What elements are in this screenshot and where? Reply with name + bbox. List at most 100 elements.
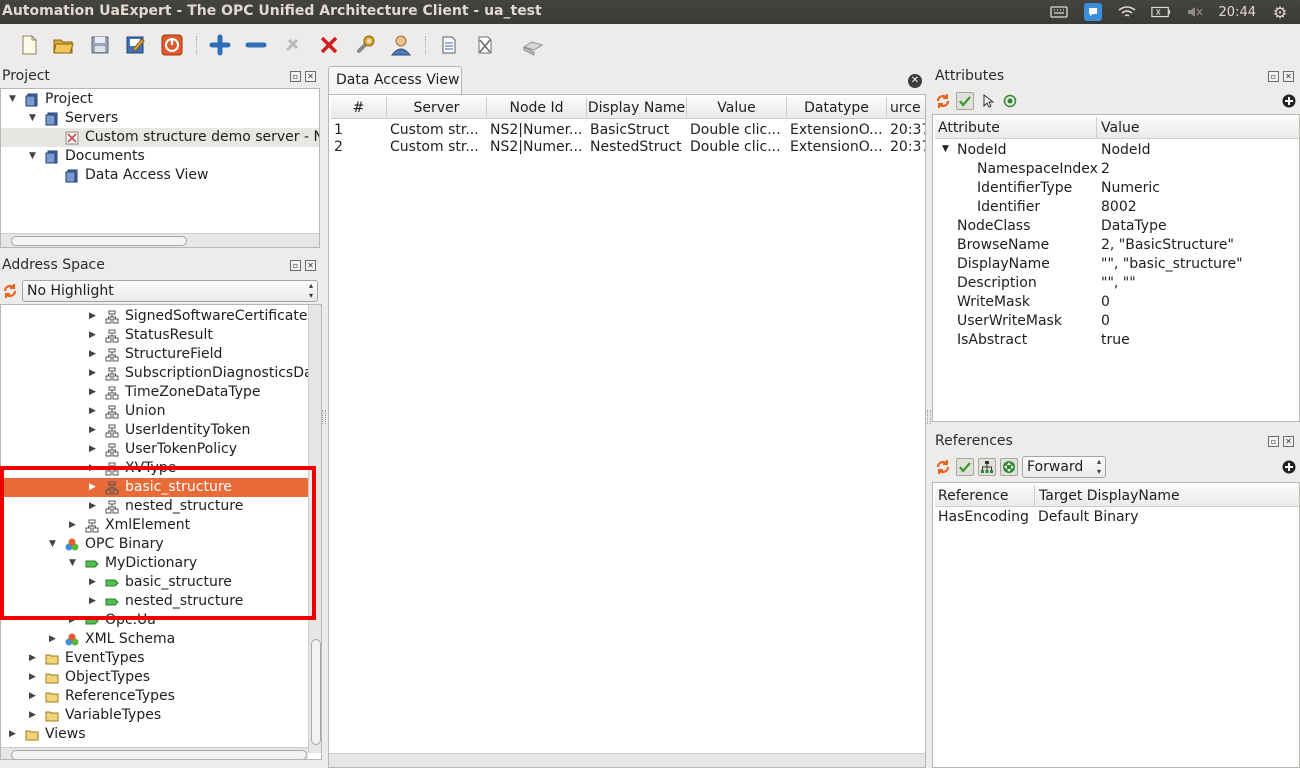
expand-arrow-icon[interactable]: ▶	[29, 687, 36, 706]
cell-value[interactable]: Double clic...	[690, 139, 784, 156]
expand-arrow-icon[interactable]: ▼	[49, 535, 56, 554]
expand-arrow-icon[interactable]: ▶	[89, 459, 96, 478]
expand-arrow-icon[interactable]: ▶	[89, 345, 96, 364]
refresh-icon[interactable]	[934, 458, 952, 476]
tree-item[interactable]: ▶ Opc.Ua	[1, 611, 308, 630]
expand-arrow-icon[interactable]: ▶	[89, 478, 96, 497]
add-icon[interactable]	[1280, 458, 1298, 476]
column-header[interactable]: Value	[1097, 117, 1299, 139]
address-space-hscrollbar[interactable]	[1, 747, 308, 759]
tree-item[interactable]: ▶ XML Schema	[1, 630, 308, 649]
expand-arrow-icon[interactable]: ▶	[89, 383, 96, 402]
add-server-icon[interactable]	[207, 32, 233, 58]
expand-arrow-icon[interactable]: ▶	[89, 573, 96, 592]
float-icon[interactable]: ▫	[1268, 71, 1279, 82]
spin-arrows-icon[interactable]: ▴ ▾	[1097, 457, 1101, 477]
tree-item[interactable]: ▶ Views	[1, 725, 308, 744]
tree-item[interactable]: ▶ basic_structure	[1, 478, 308, 497]
tree-item[interactable]: ▶ StatusResult	[1, 326, 308, 345]
expand-arrow-icon[interactable]: ▼	[29, 109, 36, 128]
scroll-thumb[interactable]	[311, 639, 321, 745]
float-icon[interactable]: ▫	[290, 71, 301, 82]
expand-arrow-icon[interactable]: ▶	[89, 497, 96, 516]
expand-arrow-icon[interactable]: ▶	[89, 592, 96, 611]
check-icon[interactable]	[956, 92, 974, 110]
expand-arrow-icon[interactable]: ▼	[942, 141, 949, 158]
document-icon[interactable]	[436, 32, 462, 58]
tree-item[interactable]: ▶ XVType	[1, 459, 308, 478]
document-plugin-icon[interactable]	[520, 32, 546, 58]
close-tab-icon[interactable]: ✕	[908, 74, 922, 88]
check-icon[interactable]	[956, 458, 974, 476]
tree-item-servers[interactable]: ▼ Servers	[1, 109, 319, 128]
tree-item[interactable]: ▶ ReferenceTypes	[1, 687, 308, 706]
expand-arrow-icon[interactable]: ▶	[29, 649, 36, 668]
splitter-handle[interactable]	[322, 410, 326, 424]
column-header[interactable]: urce	[887, 97, 925, 119]
float-icon[interactable]: ▫	[290, 260, 301, 271]
hierarchy-icon[interactable]	[978, 458, 996, 476]
direction-combo[interactable]: Forward ▴ ▾	[1022, 456, 1106, 478]
connect-icon[interactable]	[279, 32, 305, 58]
column-header[interactable]: Reference	[935, 485, 1035, 507]
cursor-icon[interactable]	[979, 92, 997, 110]
column-header[interactable]: Value	[687, 97, 787, 119]
tree-item[interactable]: ▶ VariableTypes	[1, 706, 308, 725]
project-hscrollbar[interactable]	[1, 233, 319, 247]
add-icon[interactable]	[1280, 92, 1298, 110]
tree-item[interactable]: ▶ UserIdentityToken	[1, 421, 308, 440]
expand-arrow-icon[interactable]: ▶	[89, 307, 96, 326]
expand-arrow-icon[interactable]: ▼	[69, 554, 76, 573]
close-icon[interactable]: ✕	[305, 71, 316, 82]
expand-arrow-icon[interactable]: ▶	[89, 402, 96, 421]
data-access-hscrollbar[interactable]	[329, 753, 925, 767]
column-header[interactable]: Display Name	[587, 97, 687, 119]
tree-item[interactable]: ▶ UserTokenPolicy	[1, 440, 308, 459]
remove-server-icon[interactable]	[243, 32, 269, 58]
tree-item[interactable]: ▶ StructureField	[1, 345, 308, 364]
splitter-handle[interactable]	[927, 410, 931, 424]
chat-icon[interactable]	[1083, 3, 1103, 21]
tree-item[interactable]: ▶ nested_structure	[1, 592, 308, 611]
new-project-icon[interactable]	[16, 32, 42, 58]
expand-arrow-icon[interactable]: ▶	[29, 668, 36, 687]
settings-icon[interactable]	[352, 32, 378, 58]
monitor-icon[interactable]	[1001, 92, 1019, 110]
close-icon[interactable]: ✕	[1283, 71, 1294, 82]
keyboard-icon[interactable]	[1049, 4, 1069, 20]
tree-item-documents[interactable]: ▼ Documents	[1, 147, 319, 166]
save-as-icon[interactable]	[122, 32, 148, 58]
expand-arrow-icon[interactable]: ▶	[89, 364, 96, 383]
navigate-icon[interactable]	[1000, 458, 1018, 476]
tree-item[interactable]: ▼ MyDictionary	[1, 554, 308, 573]
tree-item[interactable]: ▶ SubscriptionDiagnosticsDa	[1, 364, 313, 383]
column-header[interactable]: Attribute	[935, 117, 1097, 139]
tree-item[interactable]: ▶ TimeZoneDataType	[1, 383, 308, 402]
expand-arrow-icon[interactable]: ▶	[29, 706, 36, 725]
exit-icon[interactable]	[159, 32, 185, 58]
expand-arrow-icon[interactable]: ▶	[89, 326, 96, 345]
tree-item[interactable]: ▼ OPC Binary	[1, 535, 308, 554]
highlight-combo[interactable]: No Highlight ▴ ▾	[22, 280, 318, 302]
column-header[interactable]: Datatype	[787, 97, 887, 119]
tree-item[interactable]: ▶ nested_structure	[1, 497, 308, 516]
delete-document-icon[interactable]	[472, 32, 498, 58]
expand-arrow-icon[interactable]: ▶	[89, 421, 96, 440]
tree-item-server[interactable]: Custom structure demo server - No	[1, 128, 319, 147]
expand-arrow-icon[interactable]: ▼	[29, 147, 36, 166]
column-header[interactable]: Target DisplayName	[1035, 485, 1299, 507]
expand-arrow-icon[interactable]: ▶	[9, 725, 16, 744]
close-icon[interactable]: ✕	[1283, 436, 1294, 447]
column-header[interactable]: Server	[387, 97, 487, 119]
tree-item[interactable]: ▶ EventTypes	[1, 649, 308, 668]
refresh-icon[interactable]	[934, 92, 952, 110]
save-icon[interactable]	[87, 32, 113, 58]
tree-item[interactable]: ▶ ObjectTypes	[1, 668, 308, 687]
volume-icon[interactable]	[1185, 4, 1205, 20]
battery-icon[interactable]	[1150, 4, 1171, 20]
tab-data-access-view[interactable]: Data Access View	[328, 66, 462, 94]
tree-item[interactable]: ▶ basic_structure	[1, 573, 308, 592]
tree-item[interactable]: ▶ SignedSoftwareCertificate	[1, 307, 308, 326]
refresh-icon[interactable]	[1, 282, 19, 300]
spin-arrows-icon[interactable]: ▴ ▾	[309, 281, 313, 301]
